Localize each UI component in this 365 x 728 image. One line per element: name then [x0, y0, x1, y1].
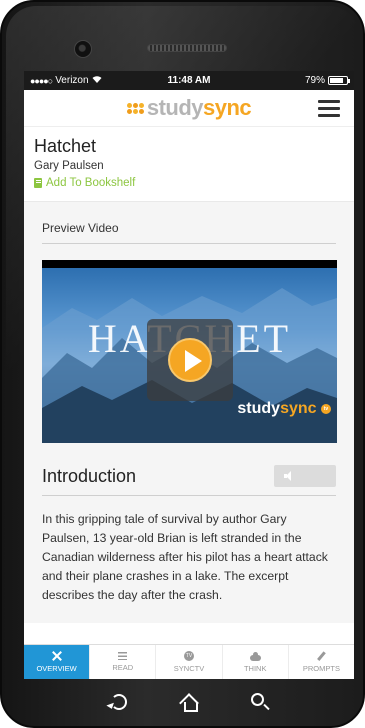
- earpiece-speaker: [147, 44, 227, 52]
- overview-icon: [51, 651, 63, 661]
- book-icon: [34, 178, 42, 188]
- battery-fill: [330, 78, 343, 83]
- tab-prompts-label: PROMPTS: [302, 664, 340, 673]
- video-brand: studysync tv: [237, 400, 331, 418]
- preview-video-heading: Preview Video: [42, 202, 336, 244]
- bottom-tab-bar: OVERVIEW READ TV SYNCTV THINK PROMPTS: [24, 644, 354, 679]
- phone-frame: ●●●●○ Verizon 11:48 AM 79% studysync Hat…: [0, 0, 365, 728]
- book-header: Hatchet Gary Paulsen Add To Bookshelf: [24, 127, 354, 202]
- introduction-title: Introduction: [42, 465, 137, 486]
- battery-percent: 79%: [304, 75, 325, 86]
- book-author: Gary Paulsen: [34, 160, 104, 172]
- tab-think[interactable]: THINK: [221, 645, 288, 679]
- audio-play-button[interactable]: [274, 465, 336, 487]
- back-icon: [111, 694, 127, 710]
- app-header: studysync: [24, 90, 354, 127]
- home-button[interactable]: [176, 689, 202, 715]
- status-left: ●●●●○ Verizon: [30, 75, 102, 86]
- search-icon: [251, 693, 264, 706]
- tab-think-label: THINK: [243, 663, 267, 673]
- logo-dots-icon: [126, 102, 144, 114]
- main-content: Preview Video HATCHET studysync tv: [24, 202, 354, 623]
- system-nav-bar: [24, 684, 354, 720]
- signal-icon: ●●●●○: [30, 75, 53, 86]
- logo-study-text: study: [146, 95, 204, 120]
- video-brand-study: study: [237, 400, 281, 417]
- camera-icon: [74, 40, 92, 58]
- status-bar: ●●●●○ Verizon 11:48 AM 79%: [24, 71, 354, 90]
- tv-badge-icon: tv: [321, 403, 331, 414]
- search-button[interactable]: [246, 689, 272, 715]
- tab-read-label: READ: [112, 663, 134, 672]
- carrier-label: Verizon: [55, 75, 89, 86]
- tab-overview-label: OVERVIEW: [36, 664, 77, 673]
- back-button[interactable]: [106, 689, 132, 715]
- tab-overview[interactable]: OVERVIEW: [24, 645, 90, 679]
- tab-read[interactable]: READ: [89, 645, 155, 679]
- preview-video-player[interactable]: HATCHET studysync tv: [42, 260, 337, 443]
- hamburger-menu-icon[interactable]: [318, 100, 340, 117]
- logo-sync-text: sync: [203, 95, 252, 120]
- tab-synctv-label: SYNCTV: [173, 664, 205, 673]
- battery-icon: [328, 76, 350, 85]
- book-title: Hatchet: [34, 136, 97, 156]
- play-icon: [168, 338, 212, 382]
- wifi-icon: [92, 75, 102, 86]
- add-to-bookshelf-link[interactable]: Add To Bookshelf: [34, 177, 344, 189]
- synctv-icon: TV: [184, 651, 194, 661]
- screen: ●●●●○ Verizon 11:48 AM 79% studysync Hat…: [24, 71, 354, 679]
- speaker-icon: [284, 471, 291, 481]
- tab-synctv[interactable]: TV SYNCTV: [155, 645, 221, 679]
- studysync-logo[interactable]: studysync: [126, 95, 252, 121]
- tab-prompts[interactable]: PROMPTS: [287, 645, 354, 679]
- pencil-icon: [317, 651, 326, 661]
- cloud-icon: [249, 651, 261, 661]
- read-icon: [118, 652, 128, 660]
- add-to-bookshelf-label: Add To Bookshelf: [46, 177, 136, 189]
- status-right: 79%: [304, 75, 350, 86]
- introduction-header: Introduction: [42, 443, 336, 496]
- introduction-text: In this gripping tale of survival by aut…: [42, 512, 328, 602]
- video-brand-sync: sync: [280, 400, 317, 417]
- play-button[interactable]: [147, 319, 233, 401]
- home-icon: [180, 693, 198, 712]
